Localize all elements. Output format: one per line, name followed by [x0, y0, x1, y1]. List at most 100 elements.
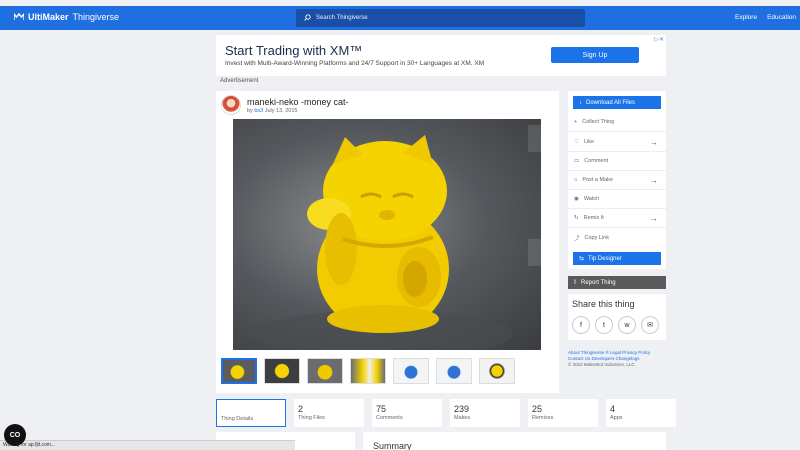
avatar[interactable]: [221, 95, 241, 115]
page-title: maneki-neko -money cat-: [247, 97, 349, 107]
thumbnail-2[interactable]: [264, 358, 300, 384]
thumbnail-1[interactable]: [221, 358, 257, 384]
thumbnail-7[interactable]: [479, 358, 515, 384]
tab-comments[interactable]: 75 Comments: [372, 399, 442, 427]
collect-label: Collect Thing: [582, 119, 615, 125]
copy-link-button[interactable]: ⤴ Copy Link: [568, 228, 666, 247]
author-link[interactable]: bs3: [254, 108, 263, 114]
tab-label: Comments: [376, 415, 403, 421]
ad-sign-up-button[interactable]: Sign Up: [551, 47, 639, 63]
tab-count: 239: [454, 404, 470, 414]
header-nav: Explore Education: [735, 14, 796, 21]
brand-logo[interactable]: UltiMaker Thingiverse: [13, 12, 120, 22]
download-all-files-button[interactable]: ↓ Download All Files: [573, 96, 661, 109]
tab-count: 25: [532, 404, 543, 414]
post-make-icon: ⌂: [574, 177, 578, 183]
tip-label: Tip Designer: [588, 255, 622, 262]
thumbnail-6[interactable]: [436, 358, 472, 384]
ultimaker-logo-icon: [13, 12, 25, 22]
byline-prefix: by: [247, 108, 253, 114]
browser-status-bar: Waiting for ap.fjit.com...: [0, 440, 295, 450]
thumbnail-strip: [221, 358, 515, 384]
watch-button[interactable]: ◉ Watch: [568, 190, 666, 209]
post-a-make-button[interactable]: ⌂ Post a Make →: [568, 171, 666, 190]
twitter-icon[interactable]: t: [595, 316, 613, 334]
email-icon[interactable]: ✉: [641, 316, 659, 334]
nav-education[interactable]: Education: [767, 14, 796, 21]
share-title: Share this thing: [572, 299, 635, 309]
action-sidebar: ↓ Download All Files + Collect Thing ♡ L…: [568, 91, 666, 269]
link-icon: ⤴: [574, 235, 580, 242]
tip-designer-button[interactable]: ⇆ Tip Designer: [573, 252, 661, 265]
ad-subtitle: Invest with Multi-Award-Winning Platform…: [225, 60, 485, 67]
tab-label: Apps: [610, 415, 623, 421]
thumbnail-4[interactable]: [350, 358, 386, 384]
heart-icon: ♡: [574, 139, 579, 145]
collect-thing-button[interactable]: + Collect Thing: [568, 113, 666, 132]
search-placeholder: Search Thingiverse: [316, 15, 368, 21]
footer-links: About Thingiverse ® Legal Privacy Policy…: [568, 350, 668, 368]
arrow-right-icon: →: [650, 175, 658, 185]
main-image: [233, 119, 541, 350]
comment-label: Comment: [584, 158, 609, 164]
comment-button[interactable]: ▭ Comment: [568, 152, 666, 171]
brand-name-bold: UltiMaker: [28, 12, 69, 22]
tip-icon: ⇆: [579, 256, 585, 262]
arrow-right-icon: →: [650, 137, 658, 147]
tab-label: Remixes: [532, 415, 554, 421]
report-label: Report Thing: [581, 279, 616, 286]
remix-icon: ↻: [574, 215, 579, 221]
eye-icon: ◉: [574, 196, 579, 202]
like-label: Like: [583, 139, 595, 145]
tab-label: Thing Files: [298, 415, 325, 421]
copy-link-label: Copy Link: [584, 234, 609, 241]
nav-explore[interactable]: Explore: [735, 14, 757, 21]
thing-main-panel: maneki-neko -money cat- by bs3 July 13, …: [216, 91, 559, 393]
summary-panel: Summary: [363, 432, 666, 450]
tab-thing-details[interactable]: Thing Details: [216, 399, 286, 427]
remix-it-button[interactable]: ↻ Remix It →: [568, 209, 666, 228]
publish-date: July 13, 2015: [264, 108, 298, 114]
thumbnail-3[interactable]: [307, 358, 343, 384]
advertisement-label: Advertisement: [220, 78, 259, 84]
tab-count: 75: [376, 404, 387, 414]
whatsapp-icon[interactable]: w: [618, 316, 636, 334]
copyright-text: © 2023 MakerBot Industries, LLC: [568, 362, 635, 367]
search-input[interactable]: Search Thingiverse: [296, 9, 585, 27]
alert-icon: !: [574, 279, 576, 286]
plus-icon: +: [574, 119, 578, 125]
advertisement-banner[interactable]: Start Trading with XM™ Invest with Multi…: [216, 35, 666, 76]
report-thing-button[interactable]: ! Report Thing: [568, 276, 666, 289]
brand-name-thin: Thingiverse: [72, 12, 120, 22]
tab-apps[interactable]: 4 Apps: [606, 399, 676, 427]
image-nav-up[interactable]: [528, 125, 541, 152]
cookie-consent-button[interactable]: CO: [4, 424, 26, 446]
tab-count: 4: [610, 404, 616, 414]
ad-title: Start Trading with XM™: [225, 43, 363, 58]
watch-label: Watch: [583, 196, 600, 202]
like-button[interactable]: ♡ Like →: [568, 133, 666, 152]
arrow-right-icon: →: [650, 213, 658, 223]
tab-thing-files[interactable]: 2 Thing Files: [294, 399, 364, 427]
download-label: Download All Files: [586, 99, 636, 106]
byline: by bs3 July 13, 2015: [247, 108, 297, 114]
comment-icon: ▭: [574, 158, 580, 164]
tab-label: Makes: [454, 415, 471, 421]
download-icon: ↓: [579, 99, 582, 106]
share-panel: Share this thing f t w ✉: [568, 294, 666, 340]
share-icons: f t w ✉: [572, 316, 659, 334]
post-make-label: Post a Make: [582, 177, 613, 183]
facebook-icon[interactable]: f: [572, 316, 590, 334]
tab-count: 2: [298, 404, 304, 414]
thing-tabs: Thing Details 2 Thing Files 75 Comments …: [216, 399, 676, 427]
summary-heading: Summary: [373, 441, 412, 450]
tab-remixes[interactable]: 25 Remixes: [528, 399, 598, 427]
tab-makes[interactable]: 239 Makes: [450, 399, 520, 427]
thumbnail-5[interactable]: [393, 358, 429, 384]
remix-label: Remix It: [583, 215, 604, 221]
search-icon: [304, 13, 311, 23]
image-next-arrow[interactable]: [528, 239, 541, 266]
tab-label: Thing Details: [221, 416, 254, 422]
top-navigation-bar: UltiMaker Thingiverse Search Thingiverse …: [0, 6, 800, 30]
ad-close-icon[interactable]: ▷✕: [654, 36, 664, 43]
